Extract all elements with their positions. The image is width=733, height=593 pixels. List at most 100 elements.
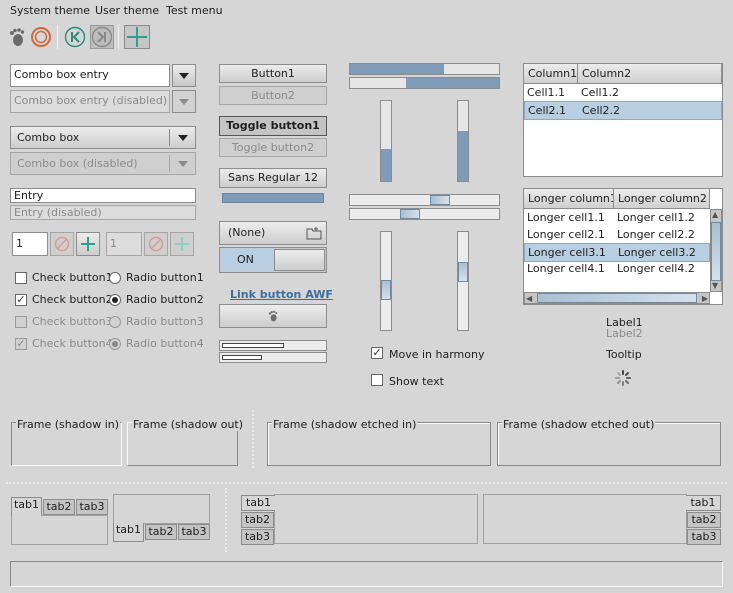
- toolbar: [0, 22, 733, 52]
- scroll-down-icon[interactable]: ▼: [712, 282, 718, 290]
- status-bar: [10, 561, 723, 587]
- radio-button-2[interactable]: [109, 294, 121, 306]
- scale-handle[interactable]: [400, 209, 420, 219]
- tab-2[interactable]: tab2: [241, 512, 274, 528]
- button-1[interactable]: Button1: [219, 64, 327, 83]
- table-cell: Longer cell1.2: [617, 211, 695, 224]
- combo-entry-dropdown[interactable]: [172, 64, 196, 87]
- skip-back-icon[interactable]: [63, 25, 87, 49]
- checkmark-icon: ✓: [16, 337, 26, 350]
- table-cell: Longer cell3.2: [618, 246, 696, 259]
- spin-input[interactable]: 1: [12, 232, 48, 256]
- scroll-right-icon[interactable]: ▶: [702, 294, 708, 303]
- vertical-scrollbar[interactable]: ▲ ▼: [710, 209, 722, 292]
- switch[interactable]: ON: [219, 247, 327, 273]
- toolbar-separator: [57, 25, 58, 49]
- column-header-1[interactable]: Longer column1: [524, 189, 614, 209]
- frame-shadow-etched-in-title: Frame (shadow etched in): [272, 418, 418, 431]
- move-in-harmony-label: Move in harmony: [389, 348, 485, 361]
- tab-3[interactable]: tab3: [178, 524, 210, 540]
- combo-divider: [169, 129, 170, 146]
- table-row[interactable]: Longer cell1.1 Longer cell1.2: [524, 209, 710, 226]
- switch-handle[interactable]: [274, 249, 325, 271]
- combo-box-disabled-label: Combo box (disabled): [17, 157, 138, 170]
- horizontal-scale-1[interactable]: [349, 194, 500, 206]
- spin-disabled-plus: [170, 232, 194, 256]
- tab-2[interactable]: tab2: [43, 499, 75, 515]
- table-cell: Longer cell2.1: [527, 228, 605, 241]
- level-bar-2: [219, 352, 327, 363]
- level-bar-fill: [222, 355, 262, 360]
- record-icon[interactable]: [29, 25, 53, 49]
- scale-handle[interactable]: [430, 195, 450, 205]
- no-entry-icon: [148, 236, 164, 252]
- show-text-check[interactable]: [371, 374, 383, 386]
- entry-field[interactable]: Entry: [10, 188, 196, 203]
- tooltip-label: Tooltip: [606, 348, 642, 361]
- tab-2[interactable]: tab2: [145, 524, 177, 540]
- tab-1[interactable]: tab1: [686, 495, 721, 511]
- column-header-2[interactable]: Longer column2: [614, 189, 710, 209]
- table-cell: Cell2.1: [528, 104, 567, 117]
- tab-3[interactable]: tab3: [76, 499, 108, 515]
- table-cell: Cell2.2: [582, 104, 621, 117]
- table-row[interactable]: Longer cell4.1 Longer cell4.2: [524, 260, 710, 277]
- gnome-foot-icon[interactable]: [5, 25, 29, 49]
- check-button-2[interactable]: ✓: [15, 294, 27, 306]
- check-button-1[interactable]: [15, 272, 27, 284]
- scroll-up-icon[interactable]: ▲: [712, 211, 718, 219]
- column-header-2[interactable]: Column2: [578, 64, 722, 84]
- scroll-left-icon[interactable]: ◀: [526, 294, 532, 303]
- check-button-1-label: Check button1: [32, 271, 113, 284]
- radio-button-1[interactable]: [109, 272, 121, 284]
- tab-2[interactable]: tab2: [687, 512, 721, 528]
- menu-system-theme[interactable]: System theme: [10, 3, 90, 19]
- toggle-button-1[interactable]: Toggle button1: [219, 116, 327, 136]
- tab-3[interactable]: tab3: [687, 529, 721, 545]
- paned-handle[interactable]: [225, 488, 227, 552]
- toggle-button-2: Toggle button2: [219, 138, 327, 157]
- horizontal-scale-2[interactable]: [349, 208, 500, 220]
- tree-view-2[interactable]: Longer column1 Longer column2 Longer cel…: [523, 188, 723, 305]
- menu-test-menu[interactable]: Test menu: [166, 3, 223, 19]
- combo-divider: [169, 155, 170, 172]
- paned-handle-horizontal[interactable]: [6, 482, 727, 484]
- check-button-3-label: Check button3: [32, 315, 113, 328]
- radio-button-4-label: Radio button4: [126, 337, 204, 350]
- tab-1[interactable]: tab1: [113, 523, 144, 542]
- spin-disabled-input: 1: [106, 232, 142, 256]
- paned-handle[interactable]: [252, 410, 254, 468]
- toolbar-separator: [118, 25, 119, 49]
- table-row[interactable]: Longer cell2.1 Longer cell2.2: [524, 226, 710, 243]
- scrollbar-thumb[interactable]: [711, 222, 721, 281]
- vertical-scale-2[interactable]: [457, 231, 469, 331]
- tab-1[interactable]: tab1: [11, 497, 42, 516]
- frame-shadow-etched-out-title: Frame (shadow etched out): [502, 418, 656, 431]
- scale-handle[interactable]: [458, 262, 468, 282]
- combo-entry-field[interactable]: Combo box entry: [10, 64, 170, 87]
- font-button[interactable]: Sans Regular 12: [219, 168, 327, 188]
- link-button[interactable]: Link button AWF: [230, 288, 333, 301]
- table-row[interactable]: Cell1.1 Cell1.2: [524, 84, 722, 101]
- image-button[interactable]: [219, 304, 327, 328]
- horizontal-scrollbar[interactable]: ◀ ▶: [524, 292, 710, 304]
- move-in-harmony-check[interactable]: ✓: [371, 347, 383, 359]
- skip-forward-icon[interactable]: [90, 25, 114, 49]
- tree-view-1[interactable]: Column1 Column2 Cell1.1 Cell1.2 Cell2.1 …: [523, 63, 723, 177]
- radio-button-4: [109, 338, 121, 350]
- plus-icon[interactable]: [124, 25, 150, 49]
- spin-minus-button[interactable]: [50, 232, 74, 256]
- column-header-1[interactable]: Column1: [524, 64, 578, 84]
- tab-1[interactable]: tab1: [241, 495, 275, 511]
- table-cell: Longer cell4.2: [617, 262, 695, 275]
- tab-3[interactable]: tab3: [241, 529, 274, 545]
- spin-plus-button[interactable]: [76, 232, 100, 256]
- vertical-scale-1[interactable]: [380, 231, 392, 331]
- table-row[interactable]: Cell2.1 Cell2.2: [524, 101, 722, 120]
- scale-handle[interactable]: [381, 280, 391, 300]
- color-button[interactable]: [222, 193, 324, 203]
- menu-user-theme[interactable]: User theme: [95, 3, 159, 19]
- file-chooser-button[interactable]: (None): [219, 221, 327, 245]
- table-cell: Cell1.2: [581, 86, 620, 99]
- scrollbar-thumb[interactable]: [537, 293, 697, 303]
